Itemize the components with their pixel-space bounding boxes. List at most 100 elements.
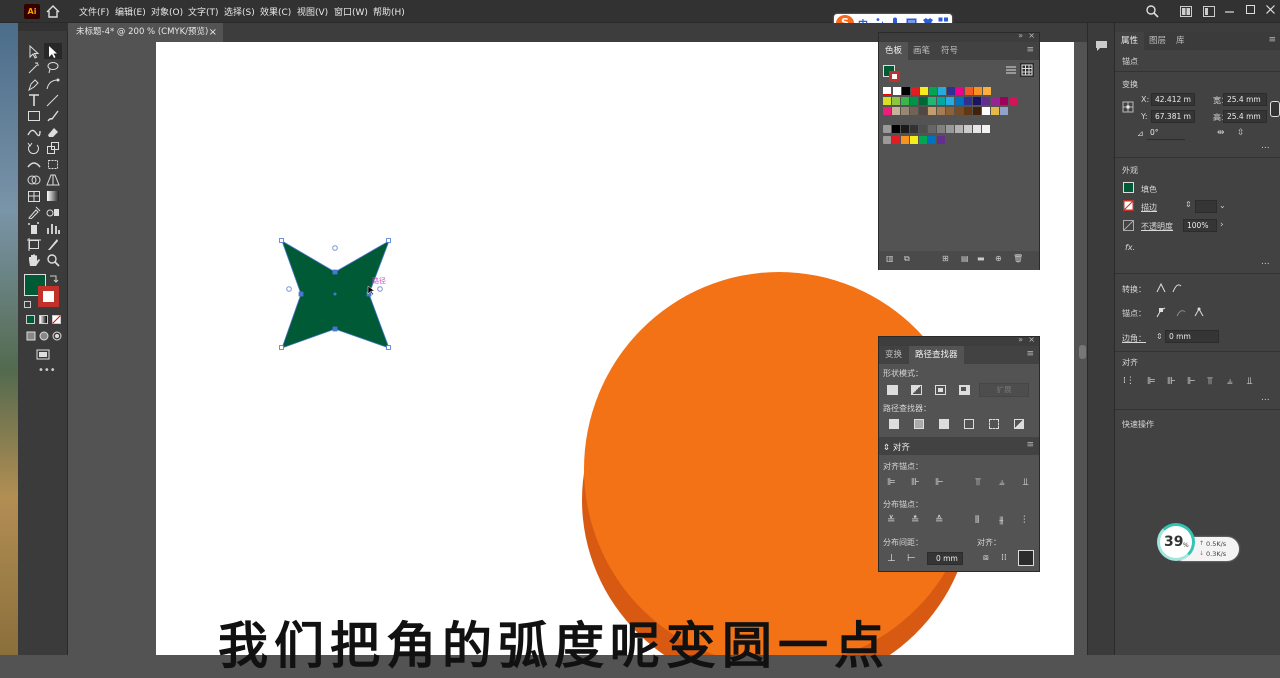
new-swatch-icon[interactable]: ⊕ [995, 254, 1002, 263]
align-to-selection-icon[interactable]: ⧈ [983, 553, 989, 563]
menu-select[interactable]: 选择(S) [224, 5, 255, 18]
trim-icon[interactable] [914, 419, 924, 429]
constrain-proportions-icon[interactable] [1270, 101, 1280, 117]
panel-menu-icon[interactable]: ≡ [1026, 45, 1034, 55]
color-swatch[interactable] [919, 107, 927, 115]
align-bottom-icon[interactable]: ⫫ [1023, 477, 1029, 488]
draw-behind-icon[interactable] [39, 331, 49, 341]
arrange-documents-icon[interactable] [1180, 6, 1192, 17]
align-bottom-icon[interactable]: ⫫ [1247, 376, 1253, 387]
color-swatch[interactable] [928, 125, 936, 133]
fill-swatch[interactable] [1123, 182, 1134, 193]
color-swatch[interactable] [1000, 107, 1008, 115]
tab-swatches[interactable]: 色板 [879, 42, 909, 60]
color-swatch[interactable] [919, 136, 927, 144]
slice-tool-icon[interactable] [45, 237, 61, 251]
color-swatch[interactable] [928, 136, 936, 144]
color-swatch[interactable] [991, 107, 999, 115]
network-monitor-widget[interactable]: 39 % ↑ 0.5K/s ↓ 0.3K/s [1157, 523, 1241, 563]
reference-point-icon[interactable] [1122, 101, 1134, 113]
width-tool-icon[interactable] [26, 157, 42, 171]
draw-normal-icon[interactable] [26, 331, 36, 341]
color-swatch[interactable] [892, 107, 900, 115]
corner-label[interactable]: 边角： [1122, 333, 1146, 344]
comments-icon[interactable] [1095, 40, 1108, 52]
eyedropper-icon[interactable] [26, 205, 42, 219]
panel-menu-icon[interactable]: ≡ [1026, 349, 1034, 359]
color-swatch[interactable] [901, 107, 909, 115]
menu-help[interactable]: 帮助(H) [373, 5, 405, 18]
selection-tool-icon[interactable] [26, 45, 42, 59]
shaper-tool-icon[interactable] [26, 125, 42, 139]
add-to-library-icon[interactable]: ⧉ [904, 254, 910, 264]
color-swatch[interactable] [965, 87, 973, 95]
align-right-icon[interactable]: ⊩ [935, 477, 944, 488]
screen-mode-icon[interactable] [36, 348, 50, 360]
edit-toolbar-icon[interactable]: ••• [38, 365, 56, 376]
lasso-icon[interactable] [45, 61, 61, 75]
color-swatch[interactable] [892, 125, 900, 133]
document-tab[interactable]: 未标题-4* @ 200 % (CMYK/预览) × [68, 23, 223, 42]
color-swatch[interactable] [892, 136, 900, 144]
align-top-icon[interactable]: ⫪ [975, 477, 981, 488]
chevron-right-icon[interactable]: › [1220, 220, 1224, 230]
delete-swatch-icon[interactable]: 🗑 [1013, 254, 1023, 263]
color-swatch[interactable] [946, 125, 954, 133]
more-transform-options[interactable]: ... [1261, 141, 1270, 151]
swatch-group-icon[interactable] [883, 136, 891, 144]
color-swatch[interactable] [956, 87, 964, 95]
list-view-icon[interactable] [1005, 65, 1017, 75]
workspace-icon[interactable] [1203, 6, 1215, 17]
color-swatch[interactable] [929, 87, 937, 95]
tab-transform[interactable]: 变换 [879, 346, 908, 364]
color-swatch[interactable] [901, 136, 909, 144]
angle-input[interactable]: 0° [1147, 127, 1185, 140]
opacity-label[interactable]: 不透明度 [1141, 221, 1173, 232]
column-graph-icon[interactable] [45, 221, 61, 235]
crop-icon[interactable] [964, 419, 974, 429]
height-input[interactable]: 25.4 mm [1223, 110, 1267, 123]
active-stroke-swatch[interactable] [889, 71, 900, 82]
color-swatch[interactable] [991, 97, 999, 105]
more-align-options[interactable]: ... [1261, 393, 1270, 403]
stroke-stepper-icon[interactable]: ⇕ [1185, 200, 1192, 209]
color-swatch[interactable] [982, 107, 990, 115]
color-swatch[interactable] [955, 97, 963, 105]
distribute-right-icon[interactable]: ⫶ [1023, 515, 1026, 526]
menu-edit[interactable]: 编辑(E) [115, 5, 146, 18]
mesh-tool-icon[interactable] [26, 189, 42, 203]
line-tool-icon[interactable] [45, 93, 61, 107]
menu-file[interactable]: 文件(F) [79, 5, 109, 18]
zoom-tool-icon[interactable] [45, 253, 61, 267]
cut-path-icon[interactable] [1175, 306, 1187, 318]
color-swatch[interactable] [892, 97, 900, 105]
draw-inside-icon[interactable] [52, 331, 62, 341]
rotate-tool-icon[interactable] [26, 141, 42, 155]
expand-button[interactable]: 扩展 [979, 383, 1029, 397]
color-swatch[interactable] [910, 125, 918, 133]
color-swatch[interactable] [928, 107, 936, 115]
new-color-group-icon[interactable]: ▬ [977, 254, 985, 263]
swatch-group-icon[interactable] [883, 125, 891, 133]
color-swatch[interactable] [964, 125, 972, 133]
chevron-down-icon[interactable]: ⌄ [1219, 201, 1226, 210]
canvas-scrollbar-thumb[interactable] [1079, 345, 1086, 359]
color-swatch[interactable] [910, 97, 918, 105]
corner-radius-input[interactable]: 0 mm [1165, 330, 1219, 343]
color-swatch[interactable] [919, 125, 927, 133]
magic-wand-icon[interactable] [26, 61, 42, 75]
align-to-artboard-button[interactable] [1018, 550, 1034, 566]
menu-effect[interactable]: 效果(C) [260, 5, 291, 18]
artboard-tool-icon[interactable] [26, 237, 42, 251]
distribute-hspace-icon[interactable]: ⊢ [907, 553, 916, 564]
distribute-vspace-icon[interactable]: ⊥ [887, 553, 896, 564]
close-window-icon[interactable] [1265, 4, 1276, 15]
align-top-icon[interactable]: ⫪ [1207, 376, 1213, 387]
color-swatch[interactable] [973, 97, 981, 105]
tab-properties[interactable]: 属性 [1115, 32, 1145, 50]
grid-view-icon[interactable] [1021, 64, 1033, 76]
show-kinds-icon[interactable]: ⊞ [942, 254, 949, 263]
color-swatch[interactable] [937, 125, 945, 133]
minimize-icon[interactable] [1224, 6, 1235, 17]
symbol-sprayer-icon[interactable] [26, 221, 42, 235]
